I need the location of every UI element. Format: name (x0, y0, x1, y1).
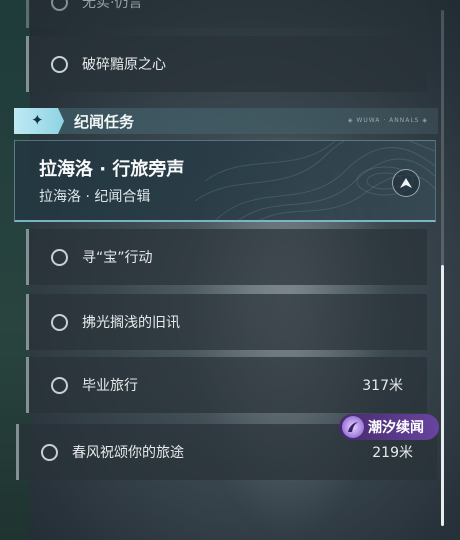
event-badge-label: 潮汐续闻 (368, 420, 424, 436)
quest-item[interactable]: 毕业旅行 317米 (26, 357, 427, 413)
quest-item[interactable]: 破碎黯原之心 (26, 36, 427, 92)
navigate-button[interactable] (392, 169, 420, 197)
quest-status-circle-icon (51, 376, 68, 394)
quest-status-circle-icon (51, 55, 68, 73)
event-badge[interactable]: 潮汐续闻 (339, 414, 439, 440)
quest-status-circle-icon (51, 0, 68, 11)
quest-item-partial[interactable]: 无实·仍言 (26, 0, 427, 28)
quest-status-circle-icon (51, 313, 68, 331)
scrollbar-thumb[interactable] (441, 265, 444, 526)
four-point-star-icon: ✦ (31, 111, 44, 129)
featured-quest-card[interactable]: 拉海洛 · 行旅旁声 拉海洛 · 纪闻合辑 (14, 140, 436, 222)
section-title: 纪闻任务 (74, 113, 135, 131)
featured-subtitle: 拉海洛 · 纪闻合辑 (39, 189, 151, 205)
featured-title: 拉海洛 · 行旅旁声 (39, 159, 185, 180)
quest-status-circle-icon (41, 443, 58, 461)
tidal-swirl-icon (342, 416, 364, 438)
quest-label: 寻“宝”行动 (82, 250, 153, 266)
quest-label: 破碎黯原之心 (82, 57, 166, 73)
section-decoration-text: ◈ WUWA · ANNALS ◈ (347, 117, 428, 124)
quest-label: 拂光搁浅的旧讯 (82, 315, 180, 331)
quest-item[interactable]: 拂光搁浅的旧讯 (26, 294, 427, 350)
quest-item[interactable]: 寻“宝”行动 (26, 229, 427, 285)
quest-label: 毕业旅行 (82, 378, 138, 394)
scrollbar[interactable] (441, 10, 444, 526)
section-header: ✦ 纪闻任务 ◈ WUWA · ANNALS ◈ (14, 108, 438, 134)
quest-status-circle-icon (51, 248, 68, 266)
navigate-arrow-icon (400, 178, 412, 188)
quest-label: 春风祝颂你的旅途 (72, 445, 184, 461)
quest-distance: 317米 (362, 378, 403, 394)
quest-label: 无实·仍言 (82, 0, 143, 11)
quest-distance: 219米 (372, 445, 413, 461)
